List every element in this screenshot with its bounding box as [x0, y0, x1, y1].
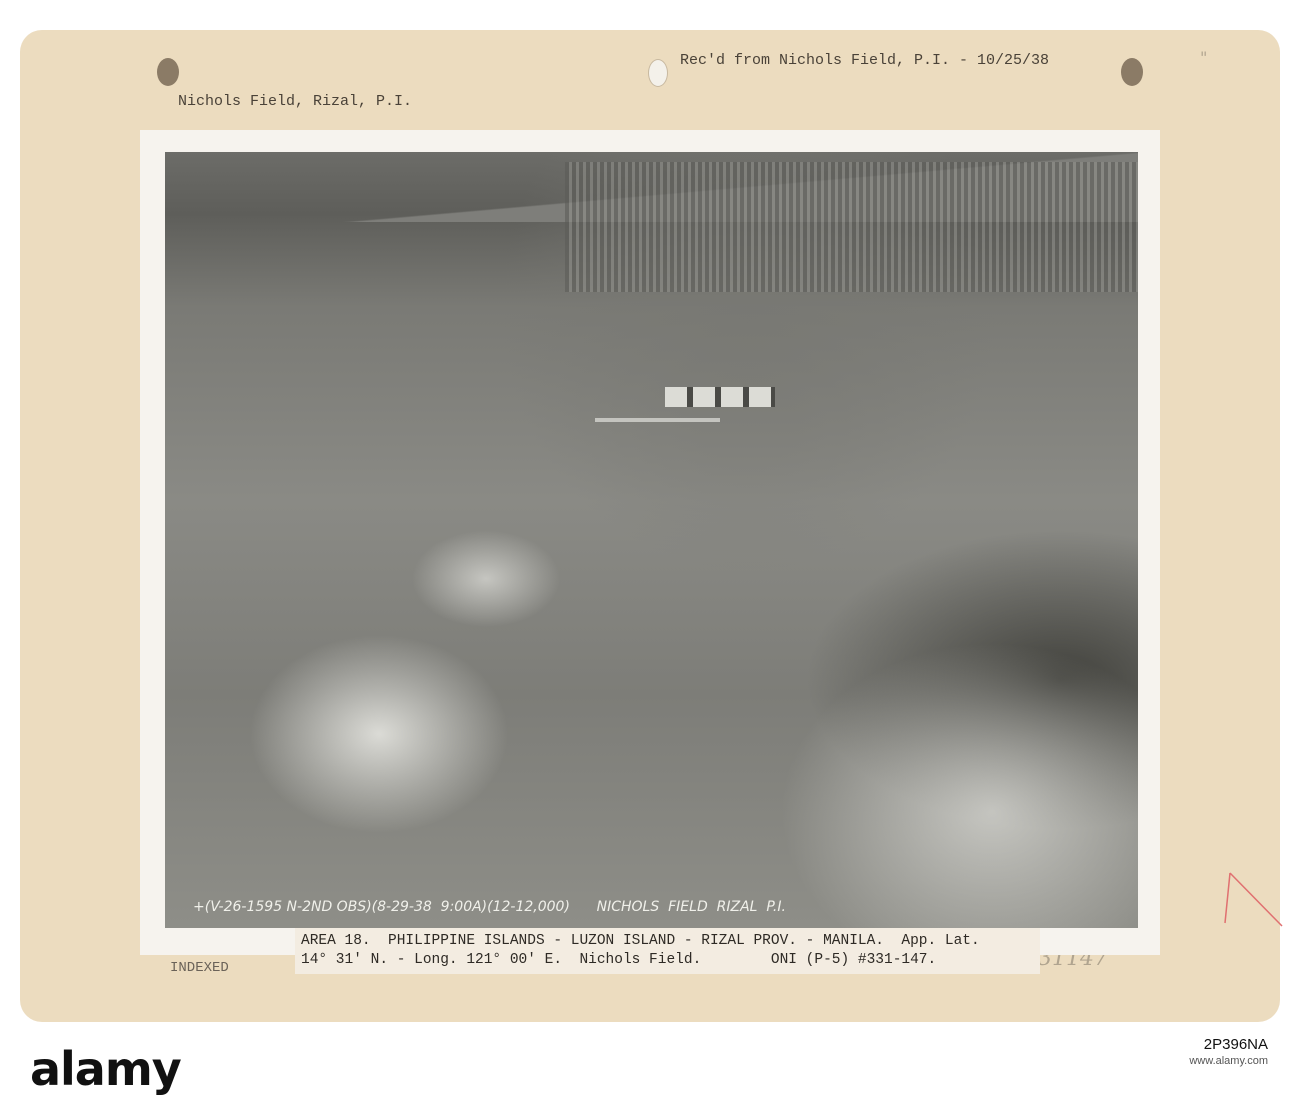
indexed-stamp: INDEXED [170, 960, 229, 976]
punch-hole-center [648, 59, 668, 87]
punch-hole-left [157, 58, 179, 86]
hangars [665, 387, 775, 407]
alamy-logo: alamy [30, 1042, 182, 1096]
aerial-photograph: +(V-26-1595 N-2ND OBS)(8-29-38 9:00A)(12… [165, 152, 1138, 928]
site-url: www.alamy.com [1189, 1055, 1268, 1067]
punch-hole-right [1121, 58, 1143, 86]
received-note: Rec'd from Nichols Field, P.I. - 10/25/3… [680, 52, 1050, 69]
negative-caption: +(V-26-1595 N-2ND OBS)(8-29-38 9:00A)(12… [193, 899, 786, 915]
location-heading: Nichols Field, Rizal, P.I. [178, 93, 413, 110]
caption-line-2: 14° 31' N. - Long. 121° 00' E. Nichols F… [301, 952, 937, 968]
runway [595, 418, 720, 422]
corner-pencil-mark: " [1200, 48, 1208, 67]
red-x-mark [1224, 872, 1283, 927]
caption-line-1: AREA 18. PHILIPPINE ISLANDS - LUZON ISLA… [301, 933, 980, 949]
stock-footer: alamy 2P396NA www.alamy.com [0, 1022, 1300, 1112]
town-area [565, 162, 1138, 292]
caption-label: AREA 18. PHILIPPINE ISLANDS - LUZON ISLA… [295, 928, 1040, 974]
image-id-block: 2P396NA www.alamy.com [1189, 1036, 1268, 1067]
image-id: 2P396NA [1203, 1036, 1268, 1053]
